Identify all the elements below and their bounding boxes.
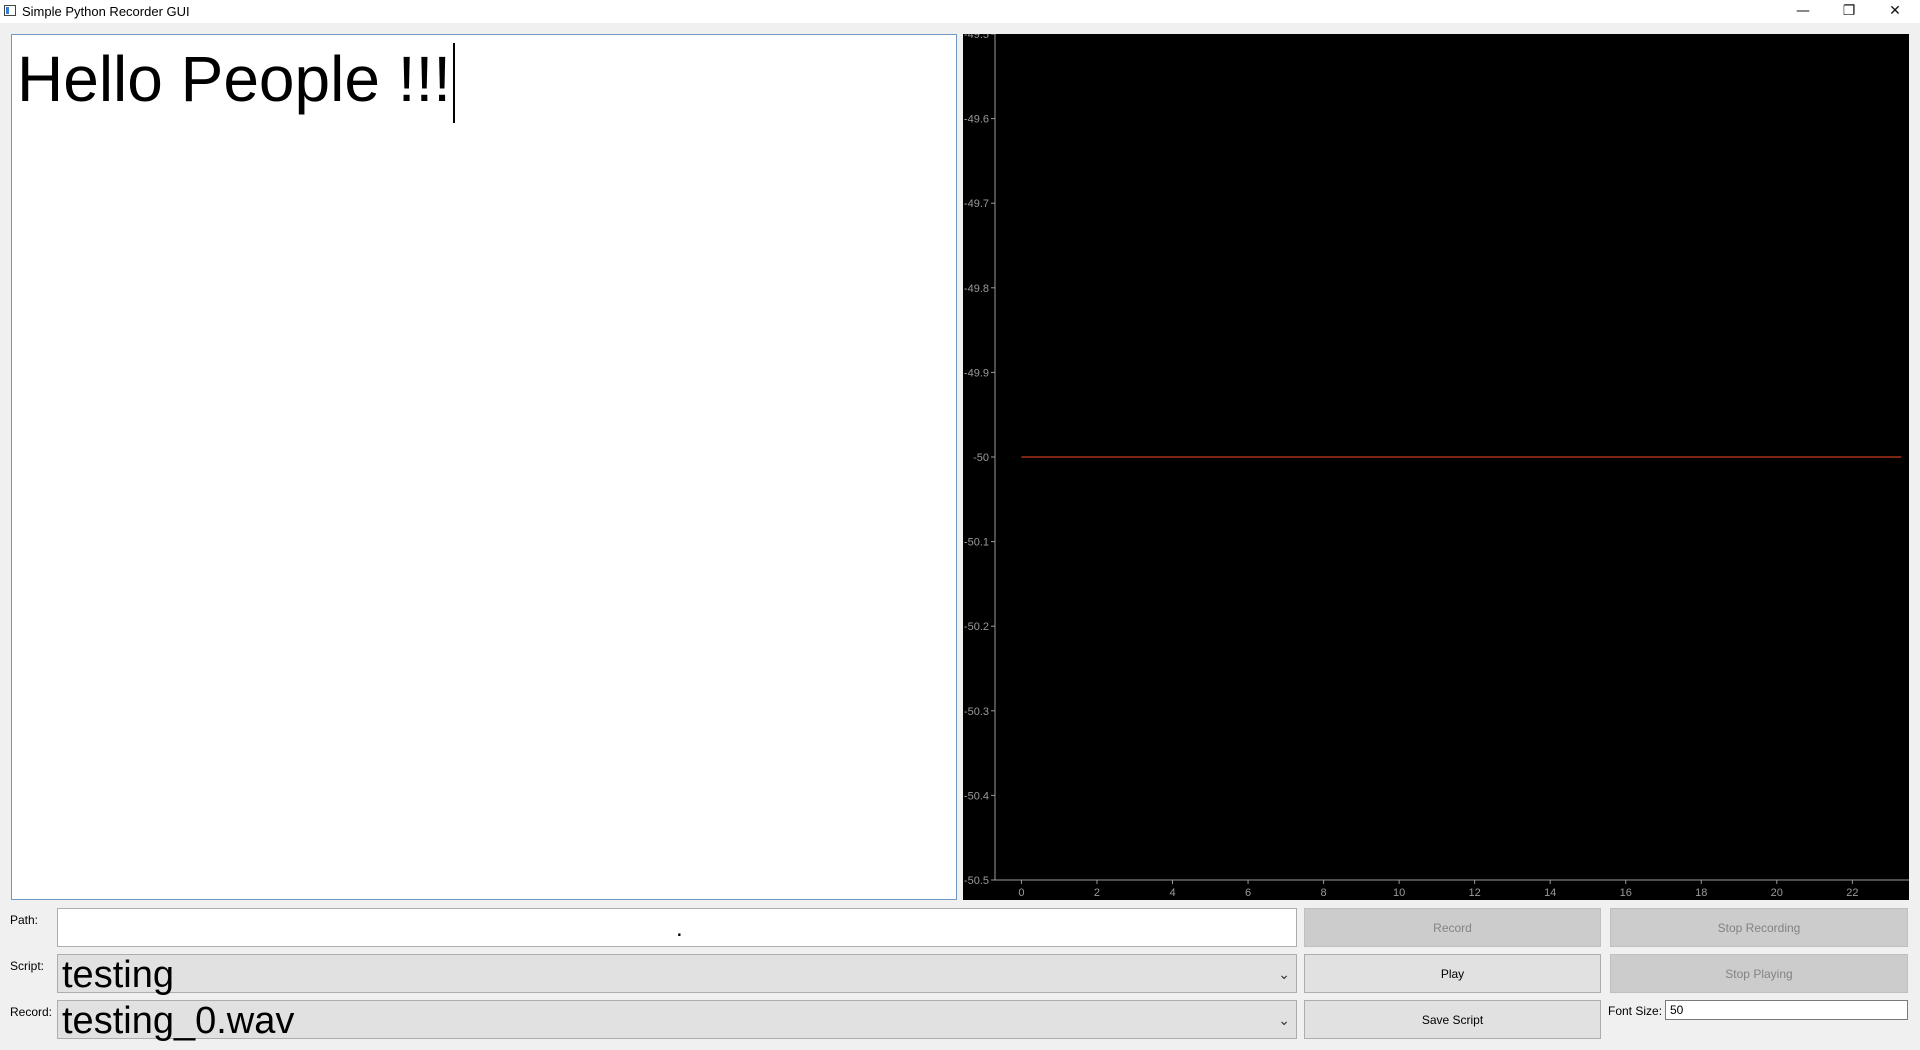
- y-tick-label: -50.2: [964, 621, 989, 633]
- app-icon: [4, 5, 16, 16]
- window-title: Simple Python Recorder GUI: [22, 4, 190, 19]
- script-select-value: testing: [62, 954, 174, 996]
- x-tick-label: 16: [1620, 887, 1632, 899]
- y-tick-label: -50.1: [964, 537, 989, 549]
- y-tick-label: -49.8: [964, 283, 989, 295]
- save-script-button[interactable]: Save Script: [1304, 1000, 1601, 1039]
- x-tick-label: 22: [1846, 887, 1858, 899]
- script-editor[interactable]: Hello People !!!: [11, 34, 957, 900]
- stop-recording-button[interactable]: Stop Recording: [1610, 908, 1908, 947]
- x-tick-label: 12: [1469, 887, 1481, 899]
- script-label: Script:: [10, 959, 45, 973]
- font-size-label: Font Size:: [1608, 1004, 1663, 1018]
- y-tick-label: -49.6: [964, 114, 989, 126]
- x-tick-label: 0: [1018, 887, 1024, 899]
- x-tick-label: 20: [1771, 887, 1783, 899]
- plot-canvas: -49.5 -49.6 -49.7 -49.8 -49.9 -50 -50.1 -50.2 -5…: [964, 34, 1909, 899]
- text-caret: [453, 43, 456, 123]
- font-size-input[interactable]: 50: [1665, 1000, 1908, 1020]
- record-label: Record:: [10, 1005, 53, 1019]
- title-bar: Simple Python Recorder GUI — ❐ ✕: [0, 0, 1920, 23]
- y-tick-label: -50.5: [964, 875, 989, 887]
- x-tick-label: 4: [1169, 887, 1175, 899]
- y-tick-label: -49.7: [964, 198, 989, 210]
- y-tick-label: -50.4: [964, 790, 989, 802]
- x-tick-label: 10: [1393, 887, 1405, 899]
- close-button[interactable]: ✕: [1872, 0, 1918, 23]
- path-field[interactable]: .: [57, 908, 1297, 947]
- x-tick-label: 18: [1695, 887, 1707, 899]
- chevron-down-icon: ⌄: [1278, 967, 1290, 983]
- restore-button[interactable]: ❐: [1826, 0, 1872, 23]
- x-tick-label: 2: [1094, 887, 1100, 899]
- stop-playing-button[interactable]: Stop Playing: [1610, 954, 1908, 993]
- script-select[interactable]: testing ⌄: [57, 954, 1297, 996]
- editor-content: Hello People !!!: [17, 41, 456, 123]
- chevron-down-icon: ⌄: [1278, 1013, 1290, 1029]
- path-value: .: [676, 915, 683, 942]
- x-tick-label: 14: [1544, 887, 1556, 899]
- y-tick-label: -50.3: [964, 706, 989, 718]
- path-label: Path:: [10, 913, 39, 927]
- y-tick-label: -50: [973, 452, 989, 464]
- editor-text: Hello People !!!: [17, 43, 452, 115]
- record-select[interactable]: testing_0.wav ⌄: [57, 1000, 1297, 1042]
- x-tick-label: 8: [1321, 887, 1327, 899]
- y-tick-label: -49.5: [964, 34, 989, 41]
- record-select-value: testing_0.wav: [62, 1000, 295, 1042]
- play-button[interactable]: Play: [1304, 954, 1601, 993]
- y-tick-label: -49.9: [964, 367, 989, 379]
- audio-level-plot: -49.5 -49.6 -49.7 -49.8 -49.9 -50 -50.1 -50.2 -5…: [963, 34, 1909, 900]
- record-button[interactable]: Record: [1304, 908, 1601, 947]
- x-tick-label: 6: [1245, 887, 1251, 899]
- minimize-button[interactable]: —: [1780, 0, 1826, 23]
